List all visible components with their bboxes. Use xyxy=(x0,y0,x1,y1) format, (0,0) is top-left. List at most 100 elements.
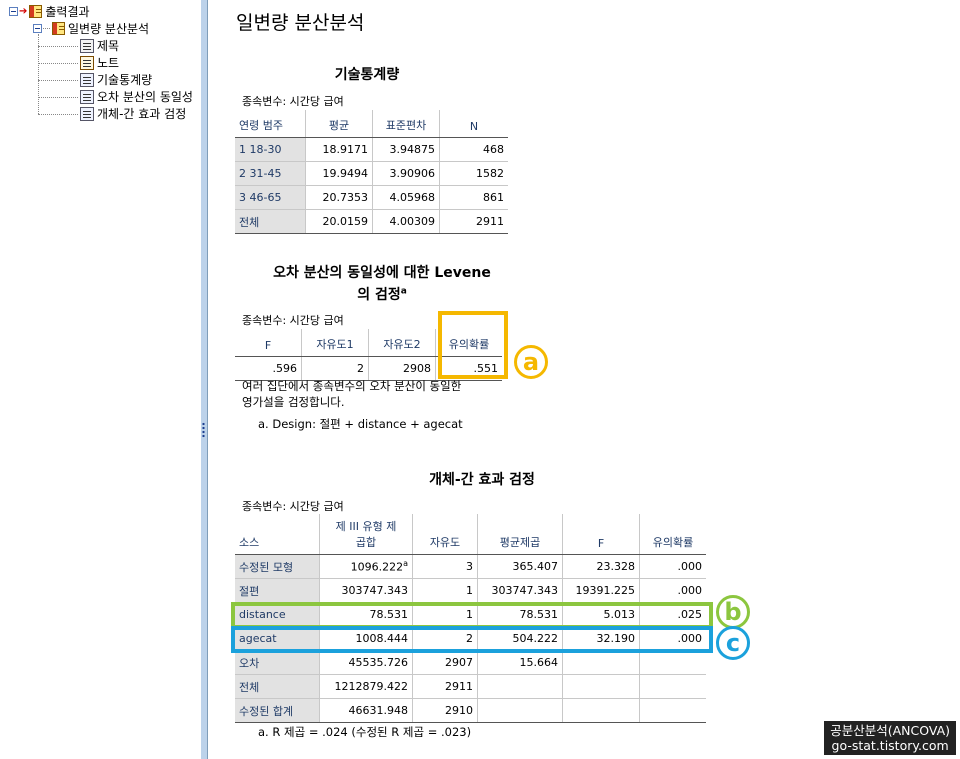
table-row: 전체 20.0159 4.00309 2911 xyxy=(235,209,508,234)
column-header: F xyxy=(562,514,640,555)
tree-item-univariate[interactable]: 일변량 분산분석 xyxy=(33,20,149,37)
tree-item-label: 오차 분산의 동일성 xyxy=(97,90,193,104)
cell: 4.05968 xyxy=(372,185,440,210)
footnote-marker: a xyxy=(403,559,408,569)
levene-footnote: a. Design: 절편 + distance + agecat xyxy=(258,417,463,431)
descriptives-table: 연령 범주 평균 표준편차 N 1 18-30 18.9171 3.94875 … xyxy=(235,110,508,234)
cell xyxy=(477,698,563,723)
output-book-icon xyxy=(29,5,43,18)
column-header: 제 III 유형 제 곱합 xyxy=(319,514,413,555)
cell: 1582 xyxy=(439,161,508,186)
row-label: 절편 xyxy=(235,578,320,603)
column-header: 자유도2 xyxy=(368,329,436,357)
column-header: N xyxy=(439,110,508,138)
levene-title: 오차 분산의 동일성에 대한 Levene 의 검정a xyxy=(234,262,530,304)
row-label: 전체 xyxy=(235,674,320,699)
cell: 18.9171 xyxy=(305,137,373,162)
tree-connector xyxy=(38,46,78,47)
tree-connector xyxy=(38,80,78,81)
tree-connector xyxy=(43,28,50,29)
watermark: 공분산분석(ANCOVA) go-stat.tistory.com xyxy=(824,721,956,755)
levene-title-text: 의 검정 xyxy=(357,287,401,303)
descriptives-title: 기술통계량 xyxy=(334,67,400,83)
cell: 468 xyxy=(439,137,508,162)
tree-item-between-subjects[interactable]: 개체-간 효과 검정 xyxy=(80,105,186,122)
cell: 46631.948 xyxy=(319,698,413,723)
collapse-icon[interactable] xyxy=(9,7,18,16)
row-label: 오차 xyxy=(235,650,320,675)
tests-title: 개체-간 효과 검정 xyxy=(429,472,535,488)
tree-item-label: 기술통계량 xyxy=(97,73,153,87)
cell xyxy=(477,674,563,699)
output-viewer: 일변량 분산분석 기술통계량 종속변수: 시간당 급여 연령 범주 평균 표준편… xyxy=(208,0,960,759)
column-header: 연령 범주 xyxy=(235,110,306,138)
table-doc-icon xyxy=(80,89,94,104)
cell: 23.328 xyxy=(562,554,640,579)
column-header: 평균 xyxy=(305,110,373,138)
cell: 15.664 xyxy=(477,650,563,675)
annotation-c-box xyxy=(231,626,713,653)
cell: 2910 xyxy=(412,698,478,723)
tree-item-output[interactable]: ➔ 출력결과 xyxy=(9,3,90,20)
tree-item-title[interactable]: 제목 xyxy=(80,37,119,54)
cell: 19.9494 xyxy=(305,161,373,186)
notes-doc-icon xyxy=(80,55,94,70)
cell: 1 xyxy=(412,578,478,603)
table-row: 3 46-65 20.7353 4.05968 861 xyxy=(235,185,508,210)
cell: 20.0159 xyxy=(305,209,373,234)
row-label: 수정된 합계 xyxy=(235,698,320,723)
cell xyxy=(639,650,706,675)
cell: 45535.726 xyxy=(319,650,413,675)
annotation-b-badge: b xyxy=(716,595,750,629)
cell: 2911 xyxy=(439,209,508,234)
column-header: 표준편차 xyxy=(372,110,440,138)
row-label: 수정된 모형 xyxy=(235,554,320,579)
tree-item-levene[interactable]: 오차 분산의 동일성 xyxy=(80,88,193,105)
cell: 1212879.422 xyxy=(319,674,413,699)
cell: .596 xyxy=(235,356,302,381)
cell xyxy=(639,674,706,699)
column-header: 평균제곱 xyxy=(477,514,563,555)
table-row: 수정된 모형 1096.222a 3 365.407 23.328 .000 xyxy=(235,554,706,579)
table-row: 1 18-30 18.9171 3.94875 468 xyxy=(235,137,508,162)
tree-item-notes[interactable]: 노트 xyxy=(80,54,119,71)
levene-dv-label: 종속변수: 시간당 급여 xyxy=(242,314,344,327)
tree-connector xyxy=(38,97,78,98)
column-header: 자유도1 xyxy=(301,329,369,357)
cell: 1096.222a xyxy=(319,554,413,579)
cell: 2 xyxy=(301,356,369,381)
cell: 3 xyxy=(412,554,478,579)
column-header: 소스 xyxy=(235,514,320,555)
watermark-line: 공분산분석(ANCOVA) xyxy=(830,723,950,738)
table-row: 전체 1212879.422 2911 xyxy=(235,674,706,699)
table-row: 오차 45535.726 2907 15.664 xyxy=(235,650,706,675)
table-doc-icon xyxy=(80,106,94,121)
table-doc-icon xyxy=(80,72,94,87)
splitter-grip-icon[interactable] xyxy=(202,422,205,438)
title-doc-icon xyxy=(80,38,94,53)
row-label: 2 31-45 xyxy=(235,161,306,186)
cell: 365.407 xyxy=(477,554,563,579)
cell: 303747.343 xyxy=(477,578,563,603)
watermark-line: go-stat.tistory.com xyxy=(831,738,949,753)
cell xyxy=(562,698,640,723)
cell: 861 xyxy=(439,185,508,210)
column-header: 자유도 xyxy=(412,514,478,555)
cell xyxy=(562,674,640,699)
cell: 2911 xyxy=(412,674,478,699)
row-label: 3 46-65 xyxy=(235,185,306,210)
pane-splitter[interactable] xyxy=(200,0,208,759)
tree-item-label: 개체-간 효과 검정 xyxy=(97,107,187,121)
tree-item-descriptives[interactable]: 기술통계량 xyxy=(80,71,152,88)
page-title: 일변량 분산분석 xyxy=(236,12,365,34)
cell: 4.00309 xyxy=(372,209,440,234)
tree-connector xyxy=(38,63,78,64)
levene-note-line: 여러 집단에서 종속변수의 오차 분산이 동일한 xyxy=(242,379,462,393)
tests-dv-label: 종속변수: 시간당 급여 xyxy=(242,500,344,513)
footnote-marker: a xyxy=(400,286,407,297)
collapse-icon[interactable] xyxy=(33,24,42,33)
cell: 19391.225 xyxy=(562,578,640,603)
output-outline-pane: ➔ 출력결과 일변량 분산분석 제목 노트 기술통계량 오차 분산의 동일성 개… xyxy=(0,0,200,759)
levene-title-line2: 의 검정a xyxy=(234,284,530,304)
cell xyxy=(562,650,640,675)
